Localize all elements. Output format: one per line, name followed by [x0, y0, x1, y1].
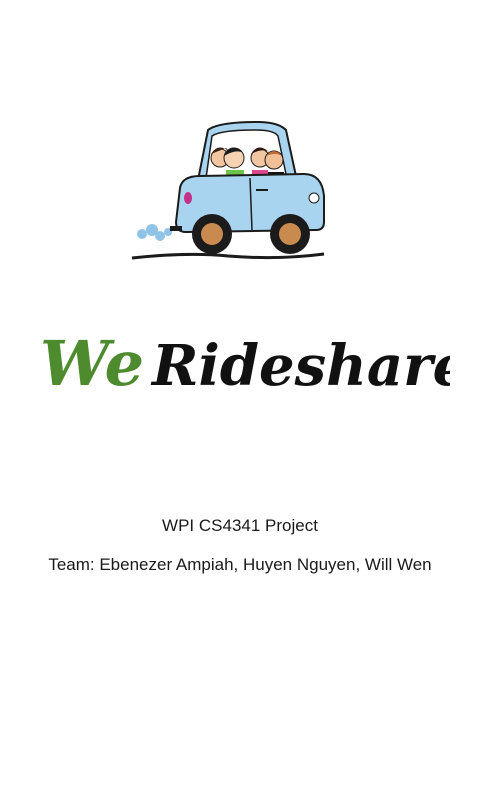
project-title: WPI CS4341 Project	[162, 516, 318, 535]
logo-part-we: We	[40, 327, 144, 400]
car-with-passengers-icon	[128, 118, 328, 266]
logo-part-rideshare: Rideshare	[150, 333, 450, 399]
app-logo: We Rideshare	[40, 325, 468, 405]
splash-screen: We Rideshare WPI CS4341 Project Team: Eb…	[0, 0, 480, 800]
team-members: Team: Ebenezer Ampiah, Huyen Nguyen, Wil…	[48, 555, 432, 574]
